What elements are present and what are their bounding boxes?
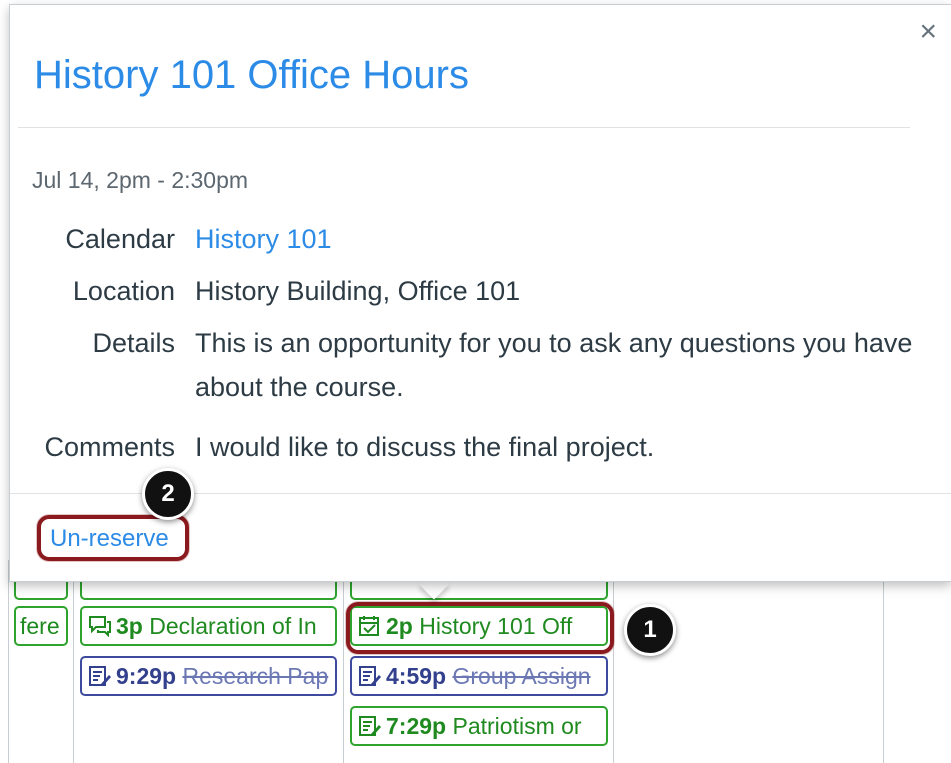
comments-label: Comments [44,432,175,462]
calendar-gridline [73,560,74,763]
calendar-event[interactable]: fere [14,606,68,646]
divider [18,127,910,128]
event-title: Research Pap [182,663,329,689]
event-time: 7:29p [386,713,447,739]
calendar-label: Calendar [65,224,175,254]
callout-badge-2: 2 [142,468,194,520]
calendar-gridline [883,560,884,763]
assignment-icon [359,666,381,686]
calendar-gridline [613,560,614,763]
location-value: History Building, Office 101 [195,276,521,306]
details-label: Details [92,328,175,358]
calendar-event-patriotism[interactable]: 7:29p Patriotism or [350,706,608,746]
callout-highlight [37,515,189,561]
event-time: 9:29p [116,663,177,689]
calendar-link[interactable]: History 101 [195,217,940,261]
event-title: Patriotism or [452,713,582,739]
calendar-event-group-assignment[interactable]: 4:59p Group Assign [350,656,608,696]
event-time: 3p [116,613,143,639]
comments-value: I would like to discuss the final projec… [195,432,655,462]
location-label: Location [72,276,175,306]
event-date: Jul 14, 2pm - 2:30pm [32,167,249,193]
assignment-icon [89,666,111,686]
event-title: Declaration of In [149,613,317,639]
event-time: 4:59p [386,663,447,689]
event-title-heading: History 101 Office Hours [34,53,469,97]
callout-highlight [346,602,614,654]
calendar-event-research-paper[interactable]: 9:29p Research Pap [80,656,337,696]
calendar-event-declaration[interactable]: 3p Declaration of In [80,606,337,646]
discussion-icon [89,616,111,637]
calendar-gridline [8,560,9,763]
callout-badge-1: 1 [624,604,676,656]
close-icon[interactable]: × [919,17,937,47]
details-value: This is an opportunity for you to ask an… [195,328,913,402]
assignment-icon [359,716,381,736]
event-title: fere [20,613,60,639]
calendar-gridline [343,560,344,763]
event-title: Group Assign [452,663,591,689]
